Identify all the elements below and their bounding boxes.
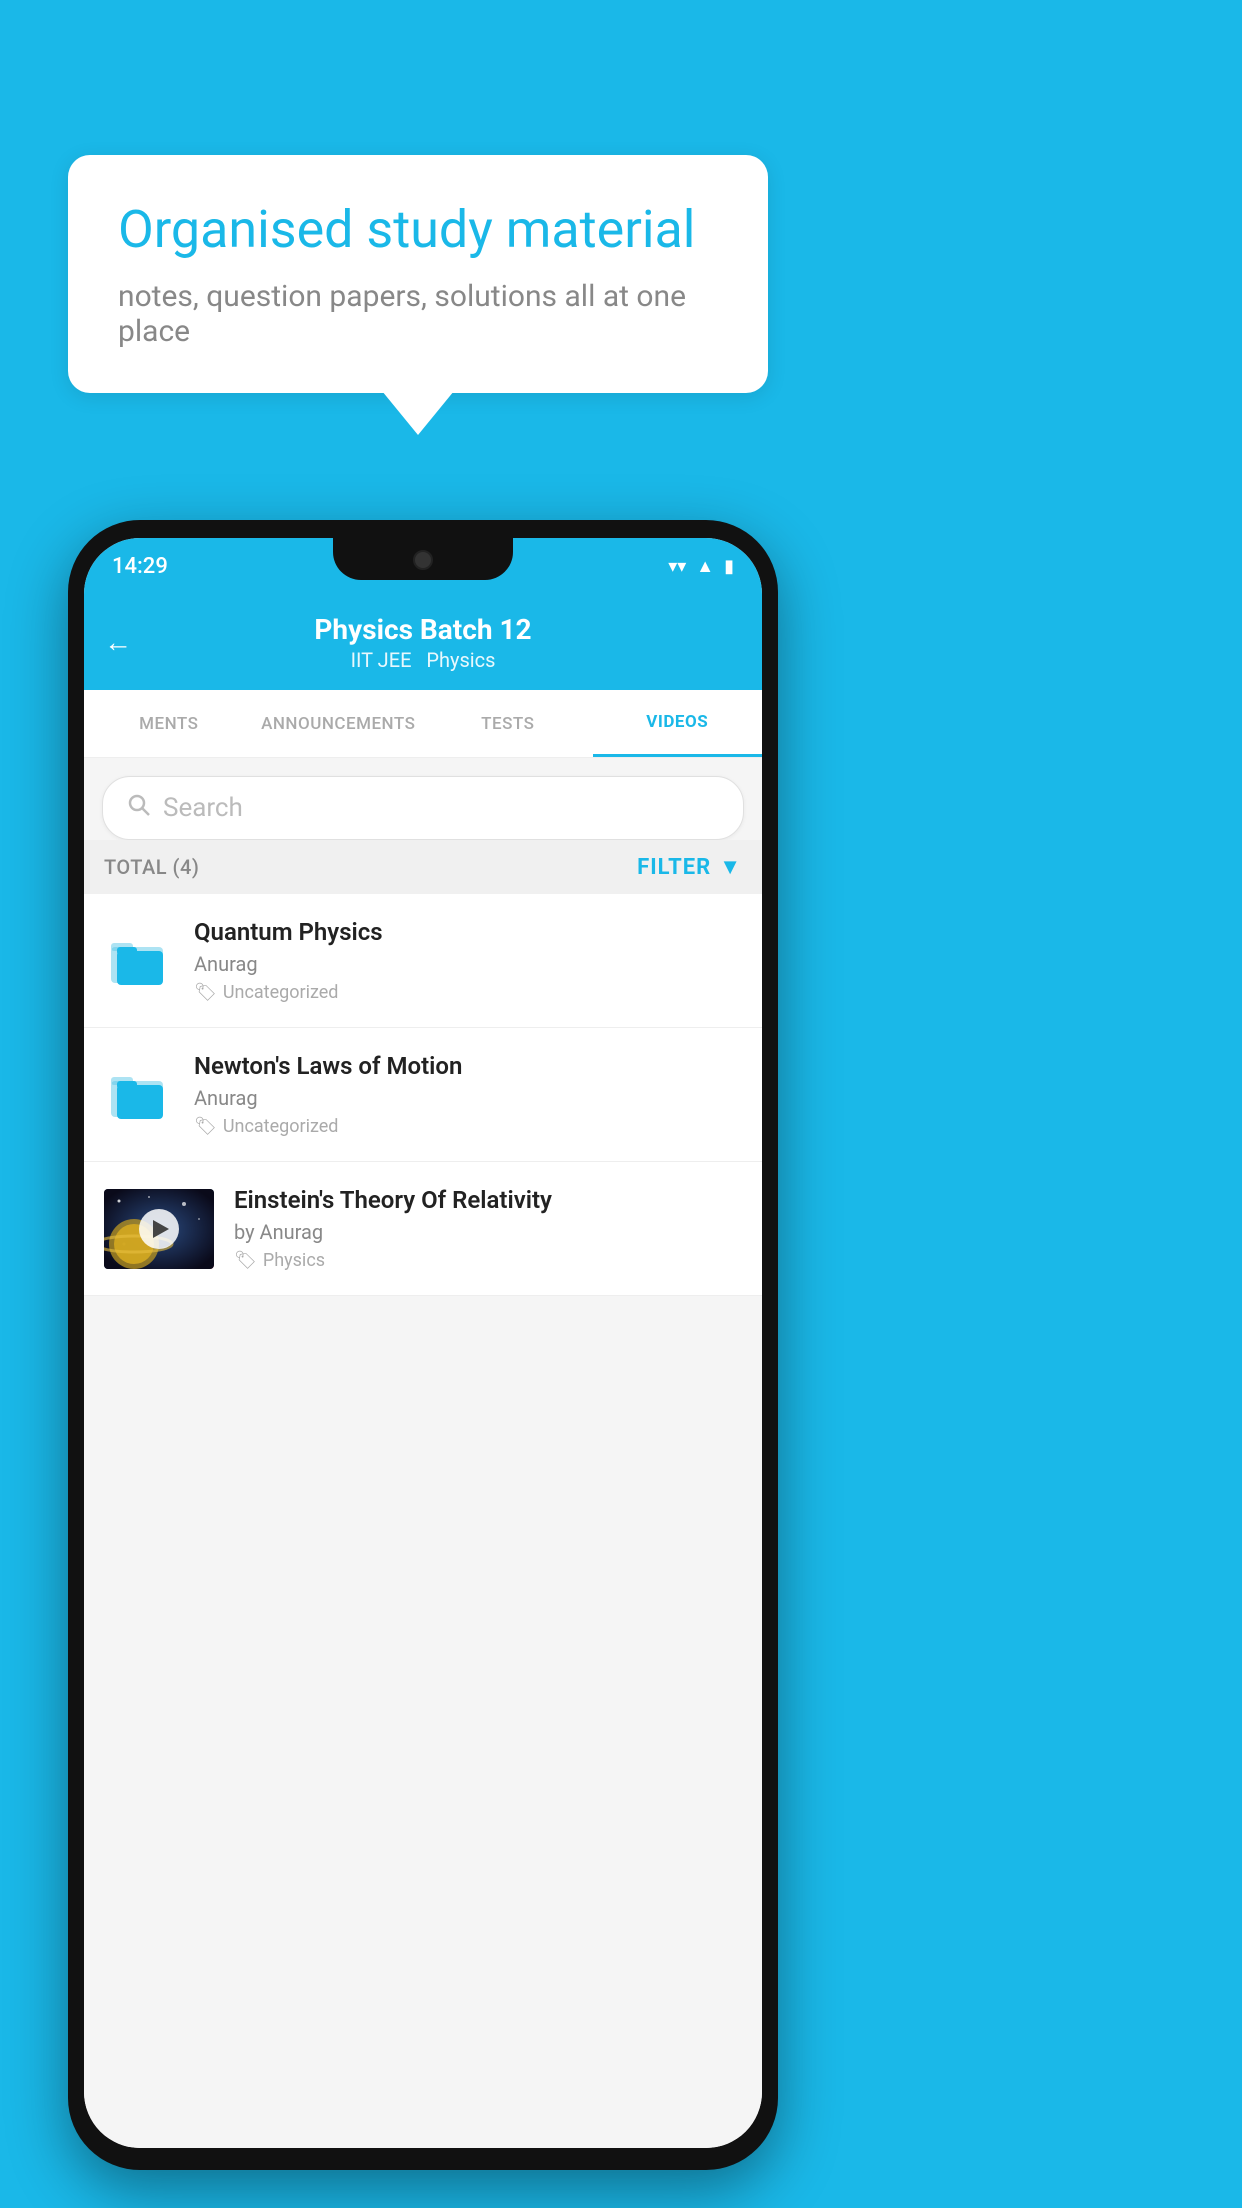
tab-announcements[interactable]: ANNOUNCEMENTS bbox=[254, 690, 424, 757]
video-title: Newton's Laws of Motion bbox=[194, 1052, 742, 1080]
video-info: Quantum Physics Anurag 🏷 Uncategorized bbox=[194, 918, 742, 1003]
app-header: ← Physics Batch 12 IIT JEE Physics bbox=[84, 594, 762, 690]
play-button[interactable] bbox=[139, 1209, 179, 1249]
list-item[interactable]: Newton's Laws of Motion Anurag 🏷 Uncateg… bbox=[84, 1028, 762, 1162]
filter-icon: ▼ bbox=[719, 854, 742, 880]
video-thumbnail bbox=[104, 1189, 214, 1269]
phone-content: Search TOTAL (4) FILTER ▼ bbox=[84, 758, 762, 2148]
video-author: by Anurag bbox=[234, 1220, 742, 1244]
tag-icon: 🏷 bbox=[194, 982, 217, 1003]
header-subtitle: IIT JEE Physics bbox=[351, 648, 496, 672]
header-subtitle-part2: Physics bbox=[426, 648, 495, 672]
video-title: Einstein's Theory Of Relativity bbox=[234, 1186, 742, 1214]
bubble-subtitle: notes, question papers, solutions all at… bbox=[118, 279, 718, 349]
video-list: Quantum Physics Anurag 🏷 Uncategorized bbox=[84, 894, 762, 1296]
phone-screen: 14:29 ▾▾ ▲ ▮ ← Physics Batch 12 IIT JEE … bbox=[84, 538, 762, 2148]
tab-videos[interactable]: VIDEOS bbox=[593, 690, 763, 757]
bubble-title: Organised study material bbox=[118, 199, 718, 261]
video-tag: 🏷 Uncategorized bbox=[194, 982, 742, 1003]
video-tag: 🏷 Physics bbox=[234, 1250, 742, 1271]
tag-icon: 🏷 bbox=[194, 1116, 217, 1137]
status-time: 14:29 bbox=[112, 554, 168, 579]
speech-bubble: Organised study material notes, question… bbox=[68, 155, 768, 393]
video-info: Einstein's Theory Of Relativity by Anura… bbox=[234, 1186, 742, 1271]
battery-icon: ▮ bbox=[724, 556, 734, 577]
header-title: Physics Batch 12 bbox=[314, 613, 531, 646]
filter-button[interactable]: FILTER ▼ bbox=[637, 854, 742, 880]
video-author: Anurag bbox=[194, 1086, 742, 1110]
phone-frame: 14:29 ▾▾ ▲ ▮ ← Physics Batch 12 IIT JEE … bbox=[68, 520, 778, 2170]
video-author: Anurag bbox=[194, 952, 742, 976]
tabs-bar: MENTS ANNOUNCEMENTS TESTS VIDEOS bbox=[84, 690, 762, 758]
phone-notch bbox=[333, 538, 513, 580]
video-title: Quantum Physics bbox=[194, 918, 742, 946]
folder-icon bbox=[104, 1060, 174, 1130]
video-tag: 🏷 Uncategorized bbox=[194, 1116, 742, 1137]
search-placeholder: Search bbox=[163, 793, 243, 823]
back-button[interactable]: ← bbox=[104, 626, 132, 659]
total-count: TOTAL (4) bbox=[104, 855, 199, 879]
search-bar[interactable]: Search bbox=[102, 776, 744, 840]
header-subtitle-part1: IIT JEE bbox=[351, 648, 412, 672]
tag-icon: 🏷 bbox=[234, 1250, 257, 1271]
filter-row: TOTAL (4) FILTER ▼ bbox=[84, 840, 762, 894]
tab-tests[interactable]: TESTS bbox=[423, 690, 593, 757]
camera-icon bbox=[413, 550, 433, 570]
list-item[interactable]: Quantum Physics Anurag 🏷 Uncategorized bbox=[84, 894, 762, 1028]
search-icon bbox=[127, 793, 151, 823]
filter-label: FILTER bbox=[637, 855, 711, 880]
tab-ments[interactable]: MENTS bbox=[84, 690, 254, 757]
wifi-icon: ▾▾ bbox=[668, 556, 686, 577]
folder-icon bbox=[104, 926, 174, 996]
list-item[interactable]: Einstein's Theory Of Relativity by Anura… bbox=[84, 1162, 762, 1296]
play-icon bbox=[153, 1220, 169, 1238]
status-icons: ▾▾ ▲ ▮ bbox=[668, 556, 734, 577]
signal-icon: ▲ bbox=[696, 556, 714, 577]
video-info: Newton's Laws of Motion Anurag 🏷 Uncateg… bbox=[194, 1052, 742, 1137]
